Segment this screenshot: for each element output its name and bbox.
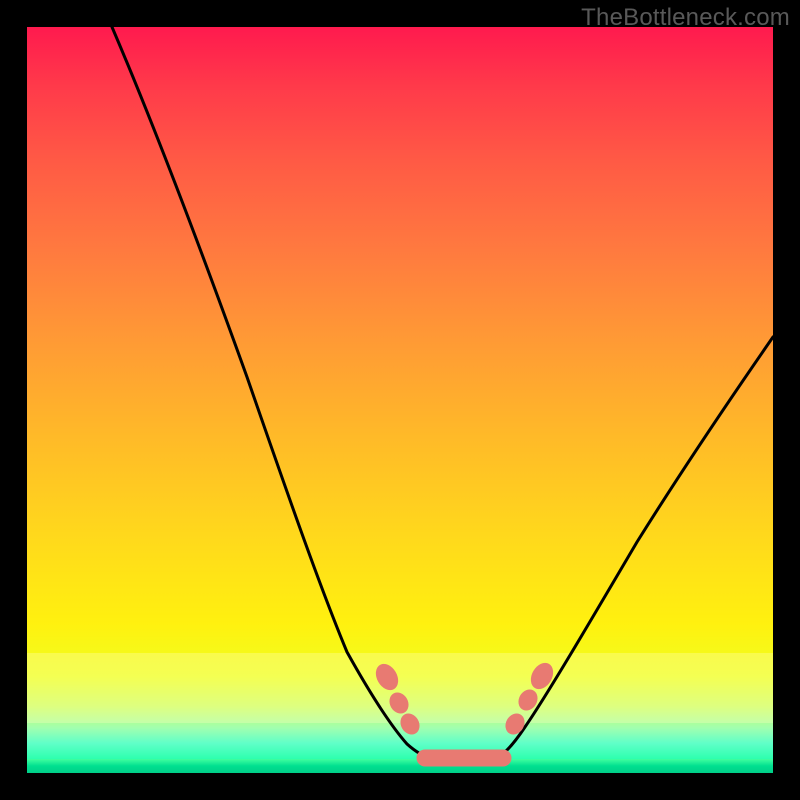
watermark-text: TheBottleneck.com [581,4,790,32]
right-marker-1 [502,710,529,738]
curve-overlay [27,27,773,773]
left-curve [112,27,432,759]
right-marker-3 [526,659,557,693]
left-marker-2 [386,689,413,717]
chart-plot-area [27,27,773,773]
left-marker-1 [371,660,402,694]
left-marker-3 [397,710,424,738]
